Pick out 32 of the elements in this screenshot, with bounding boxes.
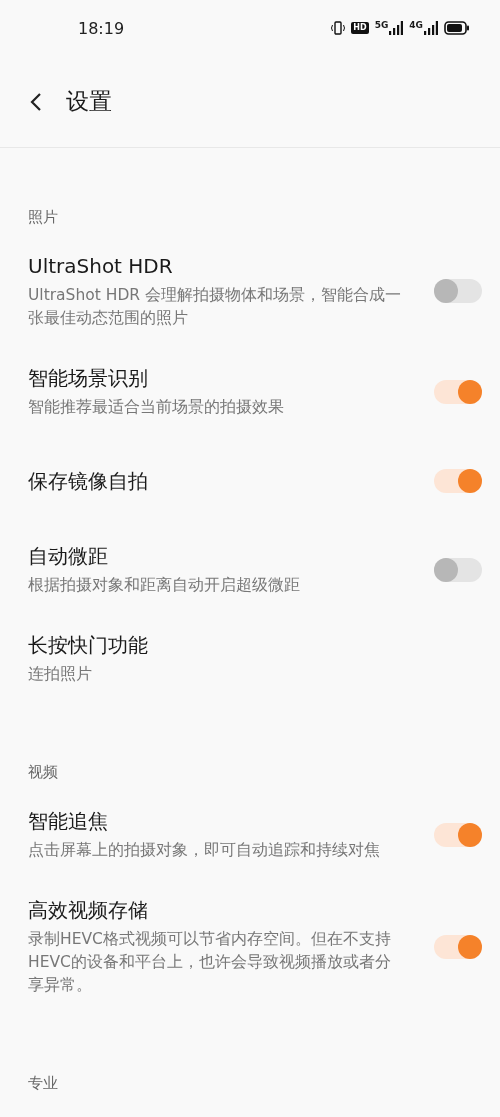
network-label: 5G [374, 21, 389, 30]
toggle-switch[interactable] [434, 379, 482, 404]
signal-icon [389, 21, 404, 35]
clock-time: 18:19 [78, 18, 125, 38]
toggle-switch[interactable] [434, 468, 482, 493]
signal-icon [424, 21, 438, 35]
hd-badge: HD [351, 22, 369, 34]
page-title: 设置 [66, 87, 112, 116]
back-icon[interactable] [28, 90, 44, 113]
network-label: 4G [409, 21, 423, 30]
setting-description: 连拍照片 [28, 664, 93, 685]
toggle-switch[interactable] [434, 557, 482, 582]
setting-title: 自动微距 [28, 543, 109, 570]
section-heading: 专业 [28, 1074, 58, 1092]
setting-title: UltraShot HDR [28, 253, 174, 280]
setting-description: 点击屏幕上的拍摄对象，即可自动追踪和持续对焦 [28, 840, 381, 861]
setting-title: 高效视频存储 [28, 897, 149, 924]
setting-title: 长按快门功能 [28, 632, 149, 659]
setting-description: 智能推荐最适合当前场景的拍摄效果 [28, 397, 285, 418]
setting-title: 智能场景识别 [28, 365, 149, 392]
setting-description: 录制HEVC格式视频可以节省内存空间。但在不支持HEVC的设备和平台上，也许会导致视频播放或者分享异常。 [28, 929, 392, 996]
setting-description: 根据拍摄对象和距离自动开启超级微距 [28, 575, 301, 596]
vibrate-icon [331, 21, 346, 35]
setting-description: UltraShot HDR 会理解拍摄物体和场景，智能合成一张最佳动态范围的照片 [28, 285, 403, 329]
toggle-switch[interactable] [434, 279, 482, 303]
battery-icon [444, 21, 470, 35]
setting-title: 智能追焦 [28, 808, 109, 835]
section-heading: 视频 [28, 763, 58, 781]
section-heading: 照片 [28, 208, 58, 226]
toggle-switch[interactable] [434, 934, 482, 959]
setting-title: 保存镜像自拍 [28, 467, 149, 495]
toggle-switch[interactable] [434, 822, 482, 847]
